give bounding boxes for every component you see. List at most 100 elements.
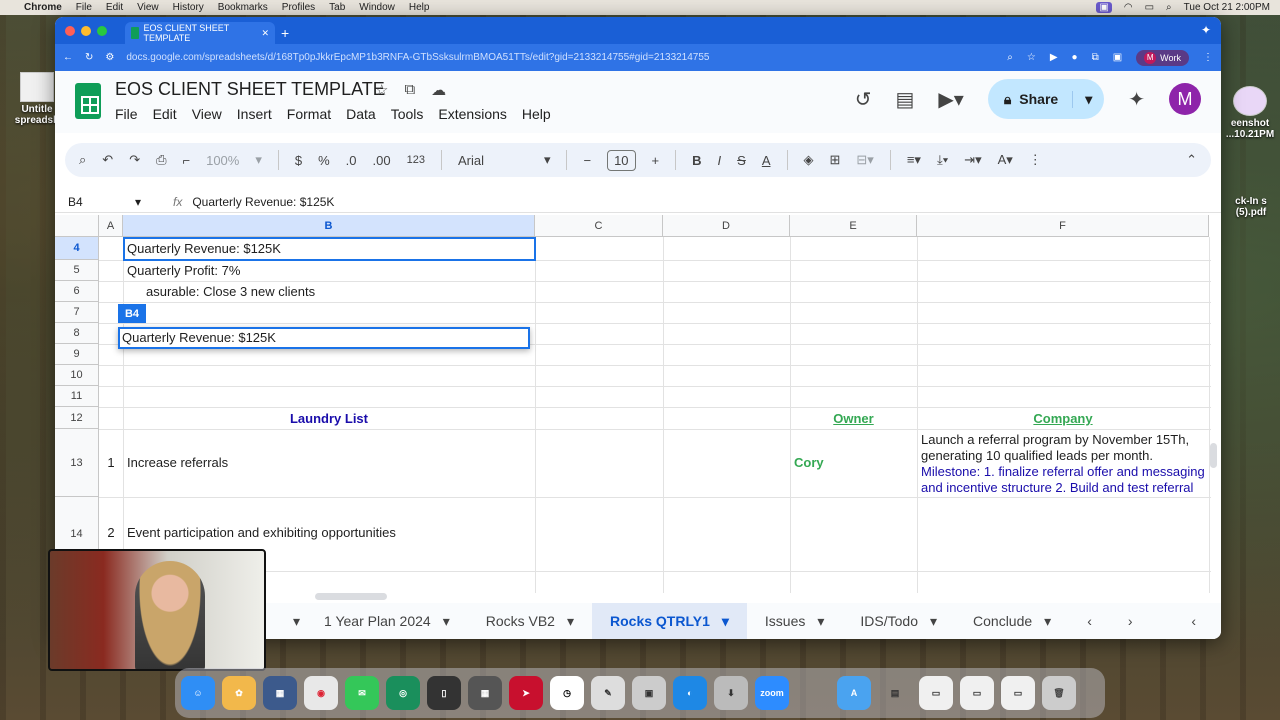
profile-button[interactable]: M Work	[1136, 49, 1189, 66]
text-rotation-icon[interactable]: A▾	[998, 152, 1013, 168]
cell-f13[interactable]: Launch a referral program by November 15…	[921, 432, 1209, 496]
menubar-view[interactable]: View	[137, 2, 159, 13]
row-header-12[interactable]: 12	[55, 407, 99, 429]
menu-format[interactable]: Format	[287, 106, 331, 122]
chrome-icon[interactable]: ◉	[304, 676, 338, 710]
desktop-file-screenshot[interactable]: eenshot ...10.21PM	[1220, 86, 1280, 140]
paint-format-icon[interactable]: ⌐	[183, 153, 191, 168]
trash-icon[interactable]: 🗑︎	[1042, 676, 1076, 710]
search-icon[interactable]: ⌕	[1166, 2, 1172, 13]
name-box[interactable]: B4 ▾	[55, 195, 155, 209]
cell-b4[interactable]: Quarterly Revenue: $125K	[127, 241, 281, 256]
scroll-tabs-left-icon[interactable]: ‹	[1069, 613, 1110, 629]
screenshot-thumbnail-icon[interactable]: ▭	[960, 676, 994, 710]
fill-color-icon[interactable]: ◈	[804, 152, 814, 168]
cell-e13-owner[interactable]: Cory	[794, 455, 824, 470]
borders-icon[interactable]: ⊞	[830, 152, 841, 168]
search-menus-icon[interactable]: ⌕	[79, 152, 86, 168]
back-icon[interactable]: ←	[63, 52, 73, 63]
move-folder-icon[interactable]: ⧉	[404, 81, 415, 99]
cloud-status-icon[interactable]: ☁	[431, 81, 446, 99]
menu-edit[interactable]: Edit	[153, 106, 177, 122]
sheet-tab-1-year-plan[interactable]: 1 Year Plan 2024 ▾	[306, 603, 468, 639]
menu-extensions[interactable]: Extensions	[438, 106, 506, 122]
row-header-8[interactable]: 8	[55, 323, 99, 344]
undo-icon[interactable]: ↶	[102, 152, 113, 168]
cell-e12-owner[interactable]: Owner	[790, 411, 917, 426]
menubar-history[interactable]: History	[173, 2, 204, 13]
messages-icon[interactable]: ✉	[345, 676, 379, 710]
cell-b6[interactable]: asurable: Close 3 new clients	[146, 284, 315, 299]
print-icon[interactable]: ⎙	[156, 152, 166, 168]
text-wrap-icon[interactable]: ⇥▾	[964, 152, 981, 168]
vertical-align-icon[interactable]: ⤓▾	[937, 152, 948, 168]
minimize-window-button[interactable]	[81, 25, 91, 36]
extension-icon[interactable]: ●	[1072, 52, 1078, 63]
number-format-button[interactable]: 123	[407, 154, 425, 166]
version-history-icon[interactable]: ↺	[855, 87, 872, 112]
column-header-d[interactable]: D	[663, 215, 790, 237]
screenshot-thumbnail-icon[interactable]: ▭	[1001, 676, 1035, 710]
screenshot-thumbnail-icon[interactable]: ▭	[919, 676, 953, 710]
menubar-edit[interactable]: Edit	[106, 2, 123, 13]
row-header-4[interactable]: 4	[55, 237, 99, 260]
installer-icon[interactable]: ⬇	[714, 676, 748, 710]
increase-decimal-button[interactable]: .00	[373, 153, 391, 168]
menu-help[interactable]: Help	[522, 106, 551, 122]
row-header-6[interactable]: 6	[55, 281, 99, 302]
sheet-tab-conclude[interactable]: Conclude ▾	[955, 603, 1069, 639]
calculator-icon[interactable]: ▦	[468, 676, 502, 710]
extension-icon[interactable]: ▶	[1050, 52, 1058, 63]
desktop-file-untitled[interactable]: Untitle spreadsh	[14, 72, 60, 126]
menubar-app-name[interactable]: Chrome	[24, 2, 62, 13]
column-header-e[interactable]: E	[790, 215, 917, 237]
comments-icon[interactable]: ▤	[896, 87, 915, 112]
bookmark-star-icon[interactable]: ☆	[1027, 52, 1036, 63]
sheet-tab-ids-todo[interactable]: IDS/Todo ▾	[842, 603, 955, 639]
phone-mirroring-icon[interactable]: ▯	[427, 676, 461, 710]
chevron-down-icon[interactable]: ▾	[930, 613, 937, 630]
chevron-down-icon[interactable]: ▾	[255, 152, 262, 168]
font-size-decrease-icon[interactable]: −	[583, 153, 591, 168]
wifi-icon[interactable]: ◠	[1124, 2, 1133, 13]
app-icon[interactable]: ◎	[386, 676, 420, 710]
browser-tab-active[interactable]: EOS CLIENT SHEET TEMPLATE ✕	[125, 22, 275, 44]
bold-icon[interactable]: B	[692, 153, 701, 168]
column-header-f[interactable]: F	[917, 215, 1209, 237]
extensions-puzzle-icon[interactable]: ⧉	[1092, 52, 1099, 63]
column-header-c[interactable]: C	[535, 215, 663, 237]
more-options-icon[interactable]: ⋮	[1029, 152, 1042, 168]
strikethrough-icon[interactable]: S	[737, 153, 746, 168]
menu-data[interactable]: Data	[346, 106, 376, 122]
column-header-a[interactable]: A	[99, 215, 123, 237]
site-info-icon[interactable]: ⚙	[105, 52, 114, 63]
menu-view[interactable]: View	[192, 106, 222, 122]
tab-search-icon[interactable]: ▣	[1113, 52, 1122, 63]
row-header-10[interactable]: 10	[55, 365, 99, 386]
document-icon[interactable]: ▤	[878, 676, 912, 710]
share-dropdown-icon[interactable]: ▾	[1073, 91, 1104, 108]
browser-menu-icon[interactable]: ⋮	[1203, 52, 1213, 63]
sheets-logo-icon[interactable]	[75, 83, 101, 119]
close-window-button[interactable]	[65, 25, 75, 36]
font-select[interactable]: Arial	[458, 153, 528, 168]
zoom-app-icon[interactable]: zoom	[755, 676, 789, 710]
document-title[interactable]: EOS CLIENT SHEET TEMPLATE	[115, 79, 385, 100]
zoom-select[interactable]: 100%	[206, 153, 239, 168]
close-tab-icon[interactable]: ✕	[261, 28, 269, 39]
menubar-bookmarks[interactable]: Bookmarks	[218, 2, 268, 13]
vertical-scrollbar[interactable]	[1210, 443, 1217, 468]
row-header-5[interactable]: 5	[55, 260, 99, 281]
chevron-down-icon[interactable]: ▾	[1044, 613, 1051, 630]
sheet-tab-issues[interactable]: Issues ▾	[747, 603, 843, 639]
desktop-file-pdf[interactable]: ck-In s (5).pdf	[1222, 196, 1280, 218]
font-size-input[interactable]: 10	[607, 149, 636, 171]
chevron-down-icon[interactable]: ▾	[443, 613, 450, 630]
menu-file[interactable]: File	[115, 106, 138, 122]
menubar-profiles[interactable]: Profiles	[282, 2, 315, 13]
sheet-tab-rocks-vb2[interactable]: Rocks VB2 ▾	[468, 603, 592, 639]
gemini-sparkle-icon[interactable]: ✦	[1201, 23, 1211, 37]
cell-b14[interactable]: Event participation and exhibiting oppor…	[127, 525, 396, 540]
chevron-down-icon[interactable]: ▾	[567, 613, 574, 630]
chevron-down-icon[interactable]: ▾	[722, 613, 729, 630]
